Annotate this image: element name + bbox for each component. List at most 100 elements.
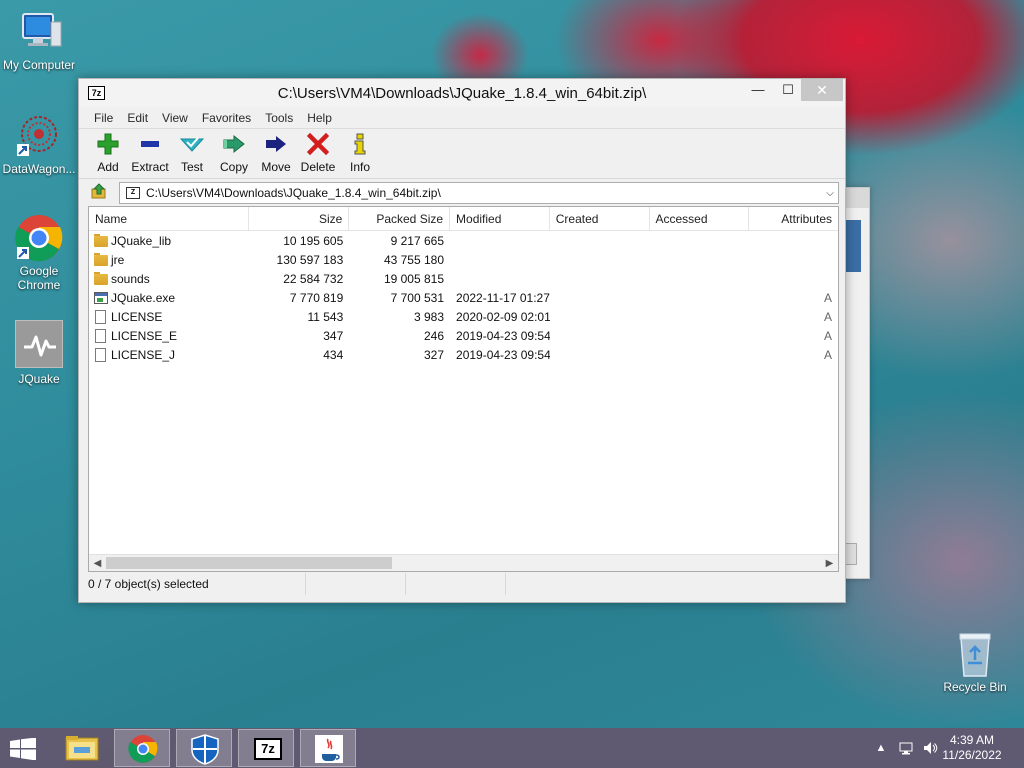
shield-icon: [191, 734, 219, 765]
close-button[interactable]: ✕: [801, 79, 843, 101]
horizontal-scrollbar[interactable]: ◀ ▶: [89, 554, 838, 571]
file-list[interactable]: Name Size Packed Size Modified Created A…: [88, 206, 839, 572]
table-row[interactable]: JQuake.exe 7 770 819 7 700 531 2022-11-17 0…: [89, 288, 838, 307]
desktop-icon-jquake[interactable]: JQuake: [0, 320, 78, 386]
taskbar-java[interactable]: [300, 729, 356, 767]
network-icon[interactable]: [898, 740, 914, 756]
file-name: JQuake.exe: [111, 290, 176, 305]
folder-icon: [65, 736, 99, 761]
move-button[interactable]: Move: [255, 133, 297, 178]
desktop-icon-datawagon[interactable]: DataWagon...: [0, 112, 78, 176]
scroll-right-icon[interactable]: ▶: [821, 555, 838, 571]
column-created[interactable]: Created: [550, 207, 650, 231]
file-name-cell: LICENSE_J: [89, 347, 249, 362]
file-icon: [95, 347, 106, 362]
copy-button[interactable]: Copy: [213, 133, 255, 178]
arrow-right-icon: [255, 133, 297, 155]
taskbar-file-explorer[interactable]: [54, 729, 110, 767]
window-title: C:\Users\VM4\Downloads\JQuake_1.8.4_win_…: [277, 85, 647, 102]
add-button[interactable]: Add: [87, 133, 129, 178]
chrome-icon: [128, 735, 158, 763]
menu-favorites[interactable]: Favorites: [195, 111, 258, 125]
scroll-thumb[interactable]: [106, 557, 392, 569]
chevron-down-icon[interactable]: ⌵: [822, 188, 838, 199]
file-icon: [95, 328, 106, 343]
desktop-icon-label: DataWagon...: [2, 162, 76, 176]
column-name[interactable]: Name: [89, 207, 249, 231]
scroll-left-icon[interactable]: ◀: [89, 555, 106, 571]
column-packed-size[interactable]: Packed Size: [349, 207, 451, 231]
address-path: C:\Users\VM4\Downloads\JQuake_1.8.4_win_…: [146, 186, 441, 200]
column-accessed[interactable]: Accessed: [650, 207, 750, 231]
menu-bar: File Edit View Favorites Tools Help: [79, 107, 845, 129]
column-modified[interactable]: Modified: [450, 207, 550, 231]
file-name: LICENSE_J: [111, 347, 176, 362]
file-size: 434: [323, 347, 344, 362]
chrome-icon: [15, 214, 63, 262]
exe-file-icon: [94, 291, 108, 304]
java-icon: [315, 735, 343, 763]
folder-icon: [94, 271, 108, 285]
desktop-icon-my-computer[interactable]: My Computer: [0, 8, 78, 72]
system-clock[interactable]: 4:39 AM 11/26/2022: [932, 733, 1012, 763]
maximize-button[interactable]: ☐: [773, 79, 803, 101]
jquake-icon: [15, 320, 63, 368]
table-row[interactable]: JQuake_lib 10 195 605 9 217 665: [89, 231, 838, 250]
address-row: Z C:\Users\VM4\Downloads\JQuake_1.8.4_wi…: [79, 179, 845, 205]
file-name: LICENSE_E: [111, 328, 178, 343]
file-attributes: A: [823, 328, 832, 343]
info-button[interactable]: Info: [339, 133, 381, 178]
delete-button[interactable]: Delete: [297, 133, 339, 178]
folder-icon: [94, 233, 108, 247]
menu-edit[interactable]: Edit: [120, 111, 155, 125]
menu-view[interactable]: View: [155, 111, 195, 125]
file-name: JQuake_lib: [111, 233, 172, 248]
selection-status: 0 / 7 object(s) selected: [79, 573, 306, 595]
extract-button[interactable]: Extract: [129, 133, 171, 178]
file-attributes: A: [823, 309, 832, 324]
desktop-icon-label: My Computer: [2, 58, 76, 72]
file-icon: [95, 309, 106, 324]
desktop-icon-recycle-bin[interactable]: Recycle Bin: [936, 630, 1014, 694]
table-row[interactable]: LICENSE_J 434 327 2019-04-23 09:54 A: [89, 345, 838, 364]
file-size: 10 195 605: [283, 233, 344, 248]
file-name-cell: JQuake.exe: [89, 291, 249, 305]
taskbar-7zip[interactable]: 7z: [238, 729, 294, 767]
up-folder-icon[interactable]: [91, 183, 107, 199]
status-segment-3: [406, 573, 506, 595]
minus-icon: [129, 133, 171, 155]
taskbar: 7z ▲ 4:39 AM 11/26/2022: [0, 728, 1024, 768]
extract-label: Extract: [131, 160, 169, 174]
taskbar-windows-defender[interactable]: [176, 729, 232, 767]
table-row[interactable]: jre 130 597 183 43 755 180: [89, 250, 838, 269]
taskbar-chrome[interactable]: [114, 729, 170, 767]
datawagon-icon: [15, 112, 63, 160]
titlebar[interactable]: 7z C:\Users\VM4\Downloads\JQuake_1.8.4_w…: [79, 79, 845, 107]
file-size: 347: [323, 328, 344, 343]
desktop-icon-google-chrome[interactable]: Google Chrome: [0, 214, 78, 292]
table-row[interactable]: sounds 22 584 732 19 005 815: [89, 269, 838, 288]
menu-file[interactable]: File: [87, 111, 120, 125]
minimize-button[interactable]: —: [743, 79, 773, 101]
column-headers: Name Size Packed Size Modified Created A…: [89, 207, 838, 231]
menu-tools[interactable]: Tools: [258, 111, 300, 125]
table-row[interactable]: LICENSE 11 543 3 983 2020-02-09 02:01 A: [89, 307, 838, 326]
file-name: sounds: [111, 271, 150, 286]
toolbar: Add Extract Test Copy Move Delete Info: [79, 129, 845, 179]
delete-label: Delete: [300, 160, 336, 174]
test-button[interactable]: Test: [171, 133, 213, 178]
file-modified: 2022-11-17 01:27: [456, 290, 550, 305]
show-hidden-icons-icon[interactable]: ▲: [873, 740, 889, 756]
file-packed-size: 19 005 815: [383, 271, 445, 286]
windows-start-icon[interactable]: [8, 737, 38, 761]
column-size[interactable]: Size: [249, 207, 350, 231]
info-label: Info: [349, 160, 370, 174]
column-attributes[interactable]: Attributes: [749, 207, 838, 231]
desktop-icon-label: JQuake: [18, 372, 60, 386]
menu-help[interactable]: Help: [300, 111, 339, 125]
7zip-window[interactable]: 7z C:\Users\VM4\Downloads\JQuake_1.8.4_w…: [78, 78, 846, 603]
address-bar[interactable]: Z C:\Users\VM4\Downloads\JQuake_1.8.4_wi…: [119, 182, 839, 204]
file-size: 22 584 732: [283, 271, 344, 286]
table-row[interactable]: LICENSE_E 347 246 2019-04-23 09:54 A: [89, 326, 838, 345]
file-attributes: A: [823, 290, 832, 305]
